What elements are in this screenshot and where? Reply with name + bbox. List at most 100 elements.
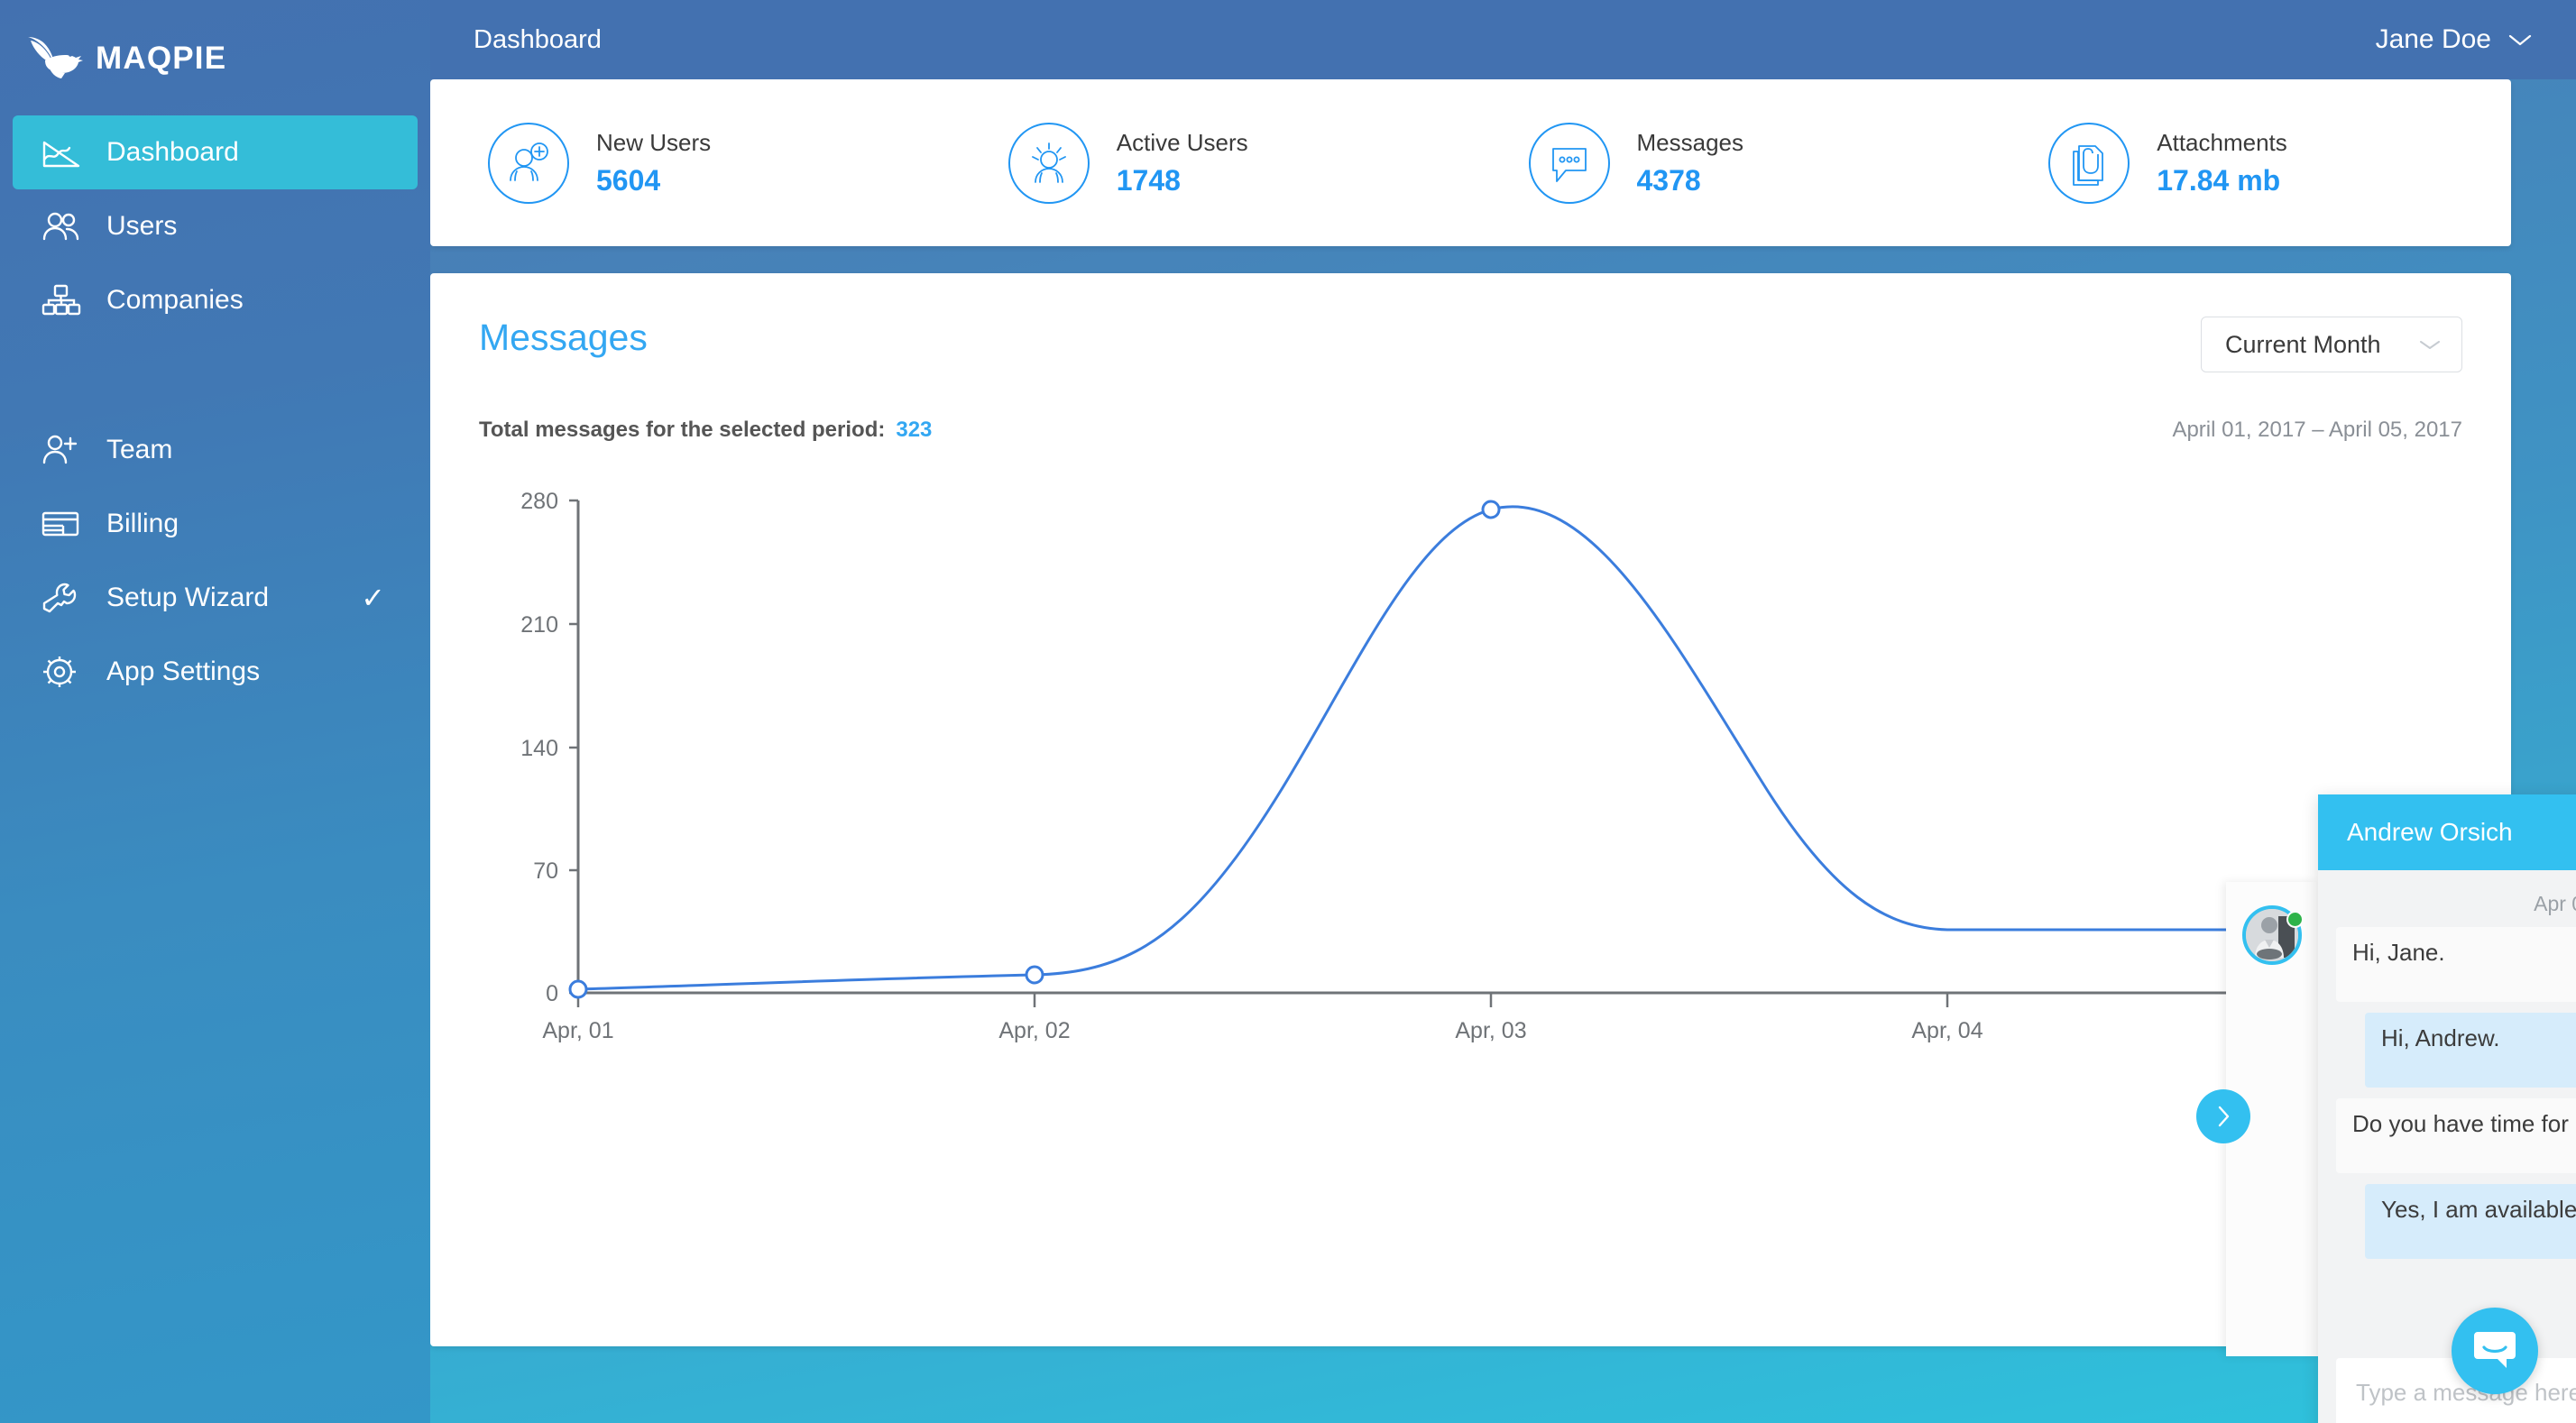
chat-message-time: 09:22 pm xyxy=(2352,972,2576,993)
user-plus-icon xyxy=(41,430,85,470)
y-tick-label-280: 280 xyxy=(520,489,558,514)
messages-panel-subheader: Total messages for the selected period: 3… xyxy=(479,418,2462,443)
contact-strip xyxy=(2196,882,2318,1356)
sidebar-divider-space xyxy=(0,337,430,397)
app-logo[interactable]: MAQPIE xyxy=(0,18,430,99)
chevron-right-icon xyxy=(2218,1106,2230,1127)
stat-active-users: Active Users 1748 xyxy=(951,122,1471,204)
contact-strip-expand-button[interactable] xyxy=(2196,1089,2250,1143)
chat-launcher-icon xyxy=(2474,1332,2516,1368)
period-select[interactable]: Current Month xyxy=(2201,317,2462,372)
credit-card-icon xyxy=(41,504,85,544)
sidebar-item-label: Team xyxy=(106,435,173,464)
stat-label: Attachments xyxy=(2157,128,2287,156)
y-tick-label-210: 210 xyxy=(520,612,558,638)
sidebar-item-app-settings[interactable]: App Settings xyxy=(13,635,418,709)
sidebar-item-label: Users xyxy=(106,211,178,241)
x-tick-label-3: Apr, 04 xyxy=(1911,1018,1983,1043)
date-range-label: April 01, 2017 – April 05, 2017 xyxy=(2172,418,2462,442)
magpie-bird-logo-icon xyxy=(27,35,87,82)
chat-message-bubble: Yes, I am available now 🙂 10:11 pm xyxy=(2365,1183,2576,1259)
chart-point-1 xyxy=(1025,965,1044,985)
user-active-icon xyxy=(1007,122,1090,204)
chat-message-text: Yes, I am available now 🙂 xyxy=(2381,1195,2576,1224)
chat-message-text: Hi, Andrew. xyxy=(2381,1024,2500,1051)
gear-icon xyxy=(41,652,85,692)
stat-value: 17.84 mb xyxy=(2157,163,2281,197)
x-axis-ticks xyxy=(576,993,2406,1007)
chat-message-list[interactable]: Apr 05 Hi, Jane. 09:22 pm Hi, Andrew. 09… xyxy=(2318,870,2576,1344)
sidebar-item-dashboard[interactable]: Dashboard xyxy=(13,115,418,189)
stat-new-users: New Users 5604 xyxy=(430,122,951,204)
dashboard-page: MAQPIE Dashboard Users Companies Team Bi… xyxy=(0,0,2576,1423)
chevron-down-icon xyxy=(2507,32,2533,47)
stat-value: 1748 xyxy=(1116,163,1181,197)
chat-message-body: Yes, I am available now xyxy=(2381,1195,2576,1223)
stats-card: New Users 5604 Active Users 1748 Message… xyxy=(430,79,2511,246)
stat-value: 4378 xyxy=(1636,163,1701,197)
stat-label: New Users xyxy=(596,128,712,156)
chart-point-2 xyxy=(1481,500,1501,519)
chat-contact-name: Andrew Orsich xyxy=(2347,818,2513,846)
chevron-down-icon xyxy=(2418,338,2442,351)
sidebar-nav-secondary: Team Billing Setup Wizard ✓ App Settings xyxy=(0,413,430,709)
total-messages-value: 323 xyxy=(896,418,933,442)
sidebar-item-billing[interactable]: Billing xyxy=(13,487,418,561)
stat-attachments: Attachments 17.84 mb xyxy=(1991,122,2511,204)
chart-area-icon xyxy=(41,133,85,172)
chat-message-bubble: Do you have time for a quick chat? 09:37… xyxy=(2336,1097,2576,1173)
chat-message-text: Hi, Jane. xyxy=(2352,939,2445,966)
app-logo-text: MAQPIE xyxy=(96,41,227,76)
total-messages-label: Total messages for the selected period: xyxy=(479,418,886,442)
chart-point-0 xyxy=(568,979,588,999)
sidebar-nav-primary: Dashboard Users Companies xyxy=(0,115,430,337)
user-add-icon xyxy=(488,122,569,204)
user-name-label: Jane Doe xyxy=(2375,24,2491,54)
stat-value: 5604 xyxy=(596,163,661,197)
chat-message-text: Do you have time for a quick chat? xyxy=(2352,1109,2576,1137)
messages-line-chart: 280 210 140 70 0 Apr, 01 Apr, 02 Apr, 03… xyxy=(479,481,2462,1112)
messages-panel-header: Messages Current Month xyxy=(479,317,2462,372)
online-status-dot xyxy=(2286,911,2304,928)
sidebar-item-team[interactable]: Team xyxy=(13,413,418,487)
page-title: Dashboard xyxy=(474,24,602,54)
chart-svg: 280 210 140 70 0 Apr, 01 Apr, 02 Apr, 03… xyxy=(520,489,2439,1043)
chart-data-markers xyxy=(568,500,2414,999)
sidebar-item-label: Companies xyxy=(106,285,244,315)
stat-label: Messages xyxy=(1636,128,1744,156)
avatar[interactable] xyxy=(2242,905,2304,965)
sidebar-item-companies[interactable]: Companies xyxy=(13,263,418,337)
stat-label: Active Users xyxy=(1116,128,1248,156)
chat-message-bubble: Hi, Jane. 09:22 pm xyxy=(2336,927,2576,1002)
chat-message-time: 09:37 pm xyxy=(2352,1143,2576,1164)
x-tick-label-2: Apr, 03 xyxy=(1455,1018,1526,1043)
breadcrumb: Dashboard xyxy=(430,25,602,55)
sidebar-item-label: App Settings xyxy=(106,656,261,686)
stat-messages: Messages 4378 xyxy=(1471,122,1992,204)
x-tick-label-1: Apr, 02 xyxy=(998,1018,1070,1043)
y-axis-tick-labels: 280 210 140 70 0 xyxy=(520,489,558,1006)
chat-window: Andrew Orsich Apr Hi, Jane. Hi, Andrew. … xyxy=(2318,794,2576,1423)
chat-message-time: 09:29 pm xyxy=(2381,1058,2576,1079)
period-select-value: Current Month xyxy=(2225,330,2381,358)
chat-message-bubble: Hi, Andrew. 09:29 pm xyxy=(2365,1012,2576,1088)
org-chart-icon xyxy=(41,280,85,320)
attachment-pages-icon xyxy=(2048,122,2130,204)
sidebar-item-setup-wizard[interactable]: Setup Wizard ✓ xyxy=(13,561,418,635)
sidebar: MAQPIE Dashboard Users Companies Team Bi… xyxy=(0,0,430,1423)
x-tick-label-0: Apr, 01 xyxy=(542,1018,613,1043)
sidebar-item-label: Setup Wizard xyxy=(106,583,270,612)
sidebar-item-label: Billing xyxy=(106,509,179,538)
top-header-bar: Dashboard Jane Doe xyxy=(430,0,2576,79)
sidebar-item-users[interactable]: Users xyxy=(13,189,418,263)
sidebar-item-check: ✓ xyxy=(361,582,385,614)
chat-date-divider: Apr 05 xyxy=(2534,892,2576,915)
x-axis-tick-labels: Apr, 01 Apr, 02 Apr, 03 Apr, 04 Apr, 05 xyxy=(542,1018,2439,1043)
y-tick-label-140: 140 xyxy=(520,736,558,761)
users-icon xyxy=(41,207,85,246)
messages-panel: Messages Current Month Total messages fo… xyxy=(430,273,2511,1346)
main-content: New Users 5604 Active Users 1748 Message… xyxy=(430,79,2576,1423)
chart-line-series xyxy=(577,505,2404,991)
chat-launcher-button[interactable] xyxy=(2452,1308,2538,1394)
user-menu[interactable]: Jane Doe xyxy=(2376,24,2533,55)
